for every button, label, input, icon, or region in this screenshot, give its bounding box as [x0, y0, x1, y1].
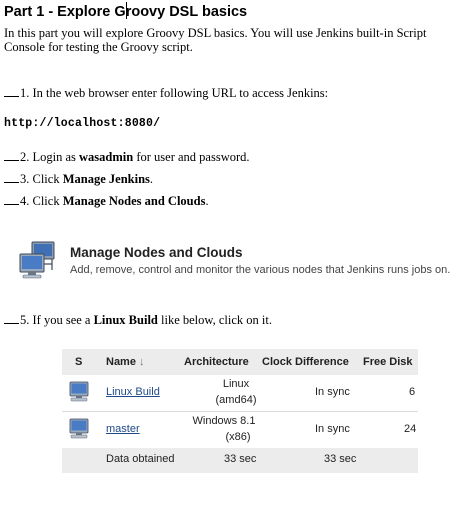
jenkins-url: http://localhost:8080/ [4, 117, 161, 130]
page-title: Part 1 - Explore Groovy DSL basics [4, 2, 248, 20]
header-status[interactable]: S [75, 356, 82, 368]
clock-difference: In sync [315, 386, 350, 398]
table-row[interactable]: master Windows 8.1 (x86) In sync 24 [62, 412, 418, 449]
data-obtained-architecture: 33 sec [224, 453, 257, 465]
data-obtained-clock: 33 sec [324, 453, 357, 465]
table-header: S Name ↓ Architecture Clock Difference F… [62, 349, 418, 376]
table-footer: Data obtained 33 sec 33 sec [62, 448, 418, 473]
free-disk: 24 [404, 423, 417, 435]
computer-icon [69, 418, 89, 439]
nodes-table: S Name ↓ Architecture Clock Difference F… [62, 349, 418, 473]
computer-icon [69, 381, 89, 402]
step-5: 5. If you see a Linux Build like below, … [4, 313, 272, 328]
header-clock-difference[interactable]: Clock Difference [262, 356, 349, 368]
sort-arrow-icon: ↓ [139, 356, 145, 368]
data-obtained-label: Data obtained [106, 453, 175, 465]
table-row[interactable]: Linux Build Linux (amd64) In sync 6 [62, 375, 418, 412]
manage-nodes-description: Add, remove, control and monitor the var… [70, 264, 451, 276]
computer-network-icon[interactable] [18, 240, 58, 280]
step-2: 2. Login as wasadmin for user and passwo… [4, 150, 250, 165]
node-link-master[interactable]: master [106, 423, 140, 435]
step-3: 3. Click Manage Jenkins. [4, 172, 153, 187]
arch-line-2: (x86) [225, 431, 251, 443]
node-link-linux-build[interactable]: Linux Build [106, 386, 160, 398]
arch-line-1: Linux [222, 378, 250, 390]
manage-nodes-title[interactable]: Manage Nodes and Clouds [70, 245, 243, 260]
free-disk: 6 [409, 386, 416, 398]
arch-line-1: Windows 8.1 [192, 415, 256, 427]
header-name[interactable]: Name ↓ [106, 356, 145, 368]
step-1: 1. In the web browser enter following UR… [4, 86, 328, 101]
intro-paragraph: In this part you will explore Groovy DSL… [4, 26, 427, 54]
header-architecture[interactable]: Architecture [184, 356, 249, 368]
clock-difference: In sync [315, 423, 350, 435]
step-4: 4. Click Manage Nodes and Clouds. [4, 194, 209, 209]
arch-line-2: (amd64) [215, 394, 257, 406]
header-free-disk[interactable]: Free Disk [363, 356, 413, 368]
